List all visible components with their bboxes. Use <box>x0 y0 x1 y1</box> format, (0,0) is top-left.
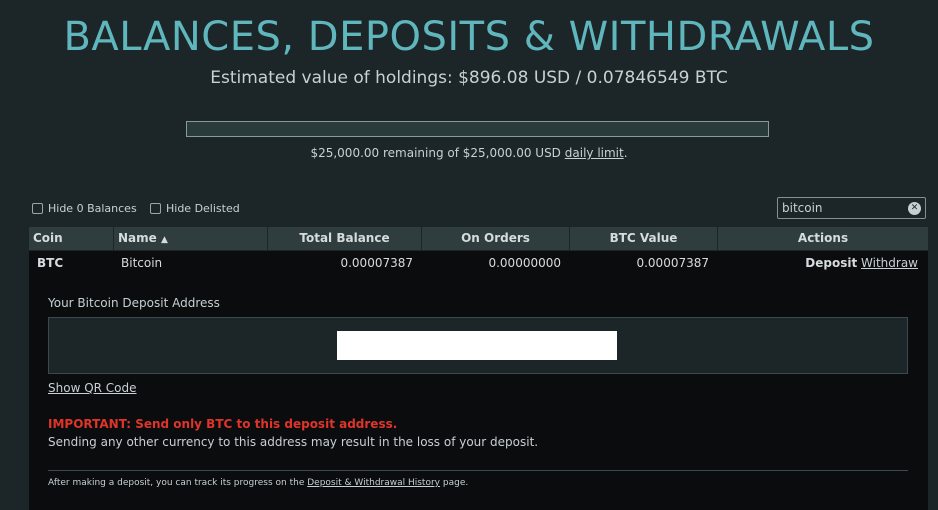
header-coin[interactable]: Coin <box>29 227 114 250</box>
history-link[interactable]: Deposit & Withdrawal History <box>307 478 440 488</box>
important-notice: IMPORTANT: Send only BTC to this deposit… <box>48 417 398 431</box>
header-total-balance-label: Total Balance <box>299 231 390 245</box>
header-actions-label: Actions <box>797 231 849 245</box>
hide-zero-balances-checkbox[interactable] <box>32 203 43 214</box>
cell-actions: Deposit Withdraw <box>805 251 918 276</box>
hide-delisted-checkbox[interactable] <box>150 203 161 214</box>
loss-warning: Sending any other currency to this addre… <box>48 435 539 449</box>
header-on-orders-label: On Orders <box>461 231 530 245</box>
footnote-prefix: After making a deposit, you can track it… <box>48 478 305 488</box>
table-row: BTC Bitcoin 0.00007387 0.00000000 0.0000… <box>29 251 928 276</box>
header-coin-label: Coin <box>33 231 63 245</box>
header-name-label: Name <box>118 231 157 245</box>
deposit-footnote: After making a deposit, you can track it… <box>48 478 468 488</box>
header-btc-value-label: BTC Value <box>609 231 678 245</box>
cell-coin: BTC <box>37 256 64 270</box>
hide-zero-balances-label: Hide 0 Balances <box>48 202 137 215</box>
deposit-address-box <box>48 317 908 374</box>
daily-limit-bar <box>186 121 769 137</box>
header-btc-value[interactable]: BTC Value <box>570 227 718 250</box>
deposit-panel: Your Bitcoin Deposit Address Show QR Cod… <box>29 276 928 510</box>
limit-text: $25,000.00 remaining of $25,000.00 USD d… <box>0 146 938 160</box>
daily-limit-link[interactable]: daily limit <box>565 146 624 160</box>
cell-on-orders: 0.00000000 <box>488 256 561 270</box>
table-header: Coin Name ▲ Total Balance On Orders BTC … <box>29 227 928 250</box>
header-on-orders[interactable]: On Orders <box>422 227 570 250</box>
header-name[interactable]: Name ▲ <box>114 227 268 250</box>
hide-delisted-toggle[interactable]: Hide Delisted <box>150 202 240 215</box>
clear-search-icon[interactable]: ✕ <box>908 202 921 215</box>
sort-ascending-icon: ▲ <box>160 235 168 245</box>
cell-btc-value: 0.00007387 <box>636 256 709 270</box>
limit-remaining: $25,000.00 remaining of $25,000.00 USD <box>310 146 561 160</box>
show-qr-code-link[interactable]: Show QR Code <box>48 381 137 395</box>
page-title: BALANCES, DEPOSITS & WITHDRAWALS <box>63 14 875 60</box>
deposit-address-label: Your Bitcoin Deposit Address <box>48 296 220 310</box>
divider <box>48 470 908 471</box>
cell-total-balance: 0.00007387 <box>340 256 413 270</box>
hide-zero-balances-toggle[interactable]: Hide 0 Balances <box>32 202 137 215</box>
deposit-address-field[interactable] <box>337 331 617 360</box>
hide-delisted-label: Hide Delisted <box>166 202 240 215</box>
footnote-suffix: page. <box>442 478 469 488</box>
header-total-balance[interactable]: Total Balance <box>268 227 422 250</box>
cell-name: Bitcoin <box>121 256 163 270</box>
estimated-holdings: Estimated value of holdings: $896.08 USD… <box>210 68 728 88</box>
search-box[interactable]: ✕ <box>777 197 926 219</box>
deposit-button[interactable]: Deposit <box>805 256 857 270</box>
search-input[interactable] <box>782 200 904 216</box>
limit-suffix: . <box>623 146 628 160</box>
header-actions: Actions <box>718 227 928 250</box>
withdraw-link[interactable]: Withdraw <box>861 256 918 270</box>
